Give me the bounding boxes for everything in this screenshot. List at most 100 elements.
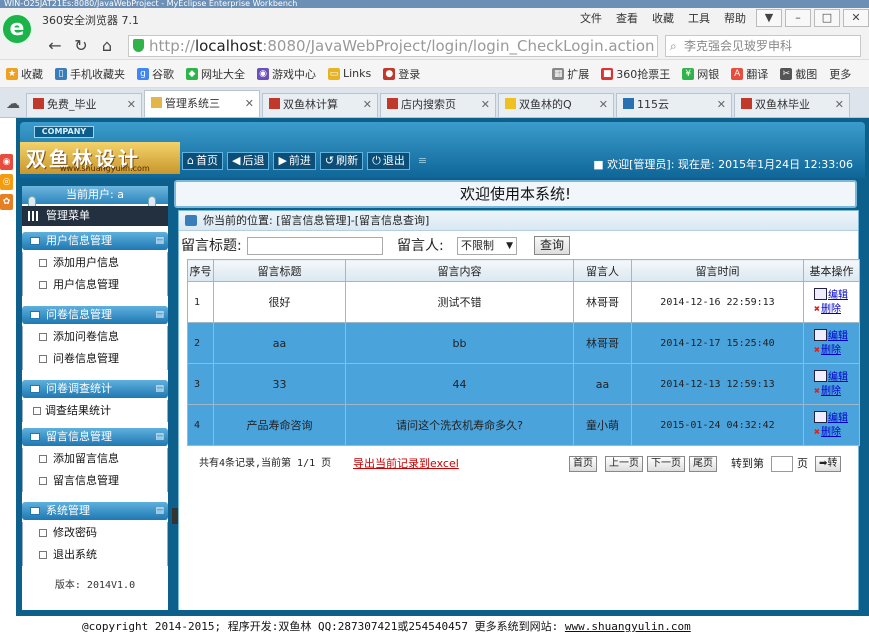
fav-item[interactable]: A 翻译 xyxy=(731,66,768,82)
tab-close-icon[interactable]: ✕ xyxy=(481,94,490,116)
home-icon[interactable]: ⌂ xyxy=(96,36,118,56)
side-app-icon[interactable]: ✿ xyxy=(0,194,13,210)
tab-close-icon[interactable]: ✕ xyxy=(127,94,136,116)
back-icon[interactable]: ← xyxy=(44,36,66,56)
sidebar-section-stats[interactable]: 问卷调查统计 ▤ xyxy=(22,380,168,398)
sidebar-item-message-manage[interactable]: 留言信息管理 xyxy=(22,470,168,492)
close-window-icon[interactable]: ✕ xyxy=(843,9,869,27)
fav-item[interactable]: ▯ 手机收藏夹 xyxy=(55,66,125,82)
tab-close-icon[interactable]: ✕ xyxy=(363,94,372,116)
maximize-icon[interactable]: □ xyxy=(814,9,840,27)
fav-item[interactable]: ¥ 网银 xyxy=(682,66,719,82)
fav-item[interactable]: ◆ 网址大全 xyxy=(186,66,245,82)
sidebar-section-system[interactable]: 系统管理 ▤ xyxy=(22,502,168,520)
export-excel-link[interactable]: 导出当前记录到excel xyxy=(353,453,459,475)
sidebar-item-logout[interactable]: 退出系统 xyxy=(22,544,168,566)
row-content: 44 xyxy=(345,363,574,405)
fav-item[interactable]: ● 登录 xyxy=(383,66,420,82)
table-row[interactable]: 1 很好 测试不错 林哥哥 2014-12-16 22:59:13 编辑 ✖删除 xyxy=(187,281,860,323)
logout-button[interactable]: ⏻ 退出 xyxy=(367,152,410,170)
person-filter-select[interactable]: 不限制 ▼ xyxy=(457,237,517,255)
query-button[interactable]: 查询 xyxy=(534,236,571,255)
browser-tab[interactable]: 双鱼林毕业 ✕ xyxy=(734,93,850,117)
refresh-button[interactable]: ↺ 刷新 xyxy=(319,152,364,170)
delete-link[interactable]: ✖删除 xyxy=(814,344,859,358)
browser-tab[interactable]: 店内搜索页 ✕ xyxy=(380,93,496,117)
delete-link[interactable]: ✖删除 xyxy=(814,426,859,440)
sidebar-item-change-password[interactable]: 修改密码 xyxy=(22,522,168,544)
menu-favorites[interactable]: 收藏 xyxy=(652,10,674,26)
reload-icon[interactable]: ↻ xyxy=(70,36,92,56)
skin-icon[interactable]: ▼ xyxy=(756,9,782,27)
fav-item[interactable]: ★ 收藏 xyxy=(6,66,43,82)
column-header[interactable]: 留言人 xyxy=(573,259,632,282)
side-app-icon[interactable]: ◉ xyxy=(0,154,13,170)
forward-button[interactable]: ▶ 前进 xyxy=(273,152,316,170)
section-collapse-icon[interactable]: ▤ xyxy=(155,428,164,446)
delete-link[interactable]: ✖删除 xyxy=(814,385,859,399)
edit-link[interactable]: 编辑 xyxy=(814,369,859,385)
browser-tab[interactable]: 115云 ✕ xyxy=(616,93,732,117)
section-collapse-icon[interactable]: ▤ xyxy=(155,380,164,398)
sidebar-item-user-manage[interactable]: 用户信息管理 xyxy=(22,274,168,296)
tab-close-icon[interactable]: ✕ xyxy=(599,94,608,116)
address-bar[interactable]: http://localhost:8080/JavaWebProject/log… xyxy=(128,35,658,57)
column-header[interactable]: 留言标题 xyxy=(213,259,346,282)
home-button[interactable]: ⌂ 首页 xyxy=(182,152,223,170)
edit-link[interactable]: 编辑 xyxy=(814,410,859,426)
table-row[interactable]: 2 aa bb 林哥哥 2014-12-17 15:25:40 编辑 ✖删除 xyxy=(187,322,860,364)
edit-link[interactable]: 编辑 xyxy=(814,328,859,344)
fav-item[interactable]: 更多 xyxy=(829,66,851,82)
fav-item[interactable]: ▦ 扩展 xyxy=(552,66,589,82)
fav-item[interactable]: ▭ Links xyxy=(328,67,371,80)
menu-file[interactable]: 文件 xyxy=(580,10,602,26)
section-collapse-icon[interactable]: ▤ xyxy=(155,232,164,250)
browser-tab[interactable]: 双鱼林计算 ✕ xyxy=(262,93,378,117)
sidebar-item-add-survey[interactable]: 添加问卷信息 xyxy=(22,326,168,348)
minimize-icon[interactable]: – xyxy=(785,9,811,27)
tab-close-icon[interactable]: ✕ xyxy=(717,94,726,116)
column-header[interactable]: 留言内容 xyxy=(345,259,574,282)
sidebar-item-survey-manage[interactable]: 问卷信息管理 xyxy=(22,348,168,370)
delete-link[interactable]: ✖删除 xyxy=(814,303,859,317)
first-page-button[interactable]: 首页 xyxy=(569,456,597,472)
menu-tools[interactable]: 工具 xyxy=(688,10,710,26)
menu-view[interactable]: 查看 xyxy=(616,10,638,26)
column-header[interactable]: 基本操作 xyxy=(803,259,860,282)
browser-tab[interactable]: 免费_毕业 ✕ xyxy=(26,93,142,117)
page-number-input[interactable] xyxy=(771,456,793,472)
toolbar-menu-icon[interactable]: ≡ xyxy=(418,152,427,172)
tab-close-icon[interactable]: ✕ xyxy=(245,91,254,117)
table-row[interactable]: 4 产品寿命咨询 请问这个洗衣机寿命多久? 童小萌 2015-01-24 04:32:4… xyxy=(187,404,860,446)
back-button[interactable]: ◀ 后退 xyxy=(226,152,270,170)
column-header[interactable]: 留言时间 xyxy=(631,259,804,282)
cloud-icon[interactable]: ☁ xyxy=(6,96,20,112)
sidebar-item-stats[interactable]: 调查结果统计 xyxy=(22,400,168,422)
tab-close-icon[interactable]: ✕ xyxy=(835,94,844,116)
browser-tab-active[interactable]: 管理系统三 ✕ xyxy=(144,90,260,117)
title-filter-input[interactable] xyxy=(247,237,383,255)
section-collapse-icon[interactable]: ▤ xyxy=(155,502,164,520)
menu-help[interactable]: 帮助 xyxy=(724,10,746,26)
go-button[interactable]: ➡转 xyxy=(815,456,842,472)
website-link[interactable]: www.shuangyulin.com xyxy=(565,620,691,633)
sidebar-section-message[interactable]: 留言信息管理 ▤ xyxy=(22,428,168,446)
table-row[interactable]: 3 33 44 aa 2014-12-13 12:59:13 编辑 ✖删除 xyxy=(187,363,860,405)
fav-item[interactable]: ◉ 游戏中心 xyxy=(257,66,316,82)
sidebar-item-add-user[interactable]: 添加用户信息 xyxy=(22,252,168,274)
prev-page-button[interactable]: 上一页 xyxy=(605,456,643,472)
fav-item[interactable]: ■ 360抢票王 xyxy=(601,66,670,82)
edit-link[interactable]: 编辑 xyxy=(814,287,859,303)
sidebar-section-survey[interactable]: 问卷信息管理 ▤ xyxy=(22,306,168,324)
section-collapse-icon[interactable]: ▤ xyxy=(155,306,164,324)
fav-item[interactable]: g 谷歌 xyxy=(137,66,174,82)
column-header[interactable]: 序号 xyxy=(187,259,214,282)
last-page-button[interactable]: 尾页 xyxy=(689,456,717,472)
sidebar-item-add-message[interactable]: 添加留言信息 xyxy=(22,448,168,470)
fav-item[interactable]: ✂ 截图 xyxy=(780,66,817,82)
sidebar-section-user[interactable]: 用户信息管理 ▤ xyxy=(22,232,168,250)
next-page-button[interactable]: 下一页 xyxy=(647,456,685,472)
side-app-icon[interactable]: ◎ xyxy=(0,174,13,190)
browser-tab[interactable]: 双鱼林的Q ✕ xyxy=(498,93,614,117)
search-input[interactable]: ⌕ 李克强会见玻罗申科 xyxy=(665,35,861,57)
